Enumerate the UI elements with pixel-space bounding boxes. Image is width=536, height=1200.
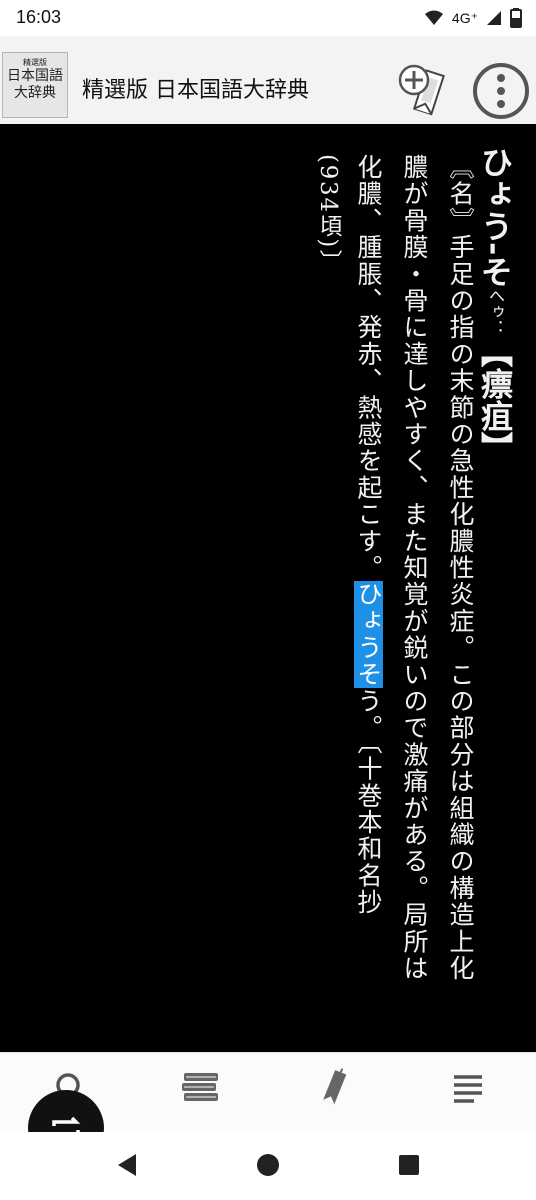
home-icon[interactable] [253, 1150, 283, 1180]
books-icon[interactable] [172, 1067, 228, 1111]
app-logo: 精選版 日本国語 大辞典 [2, 52, 68, 118]
app-bar: 精選版 日本国語 大辞典 精選版 日本国語大辞典 [0, 36, 536, 125]
bookmark-icon[interactable] [306, 1067, 362, 1111]
definition-text-1: 〘名〙手足の指の末節の急性化膿性炎症。この部分は組織の構造上化 [446, 154, 475, 982]
network-type: 4G⁺ [451, 9, 478, 26]
menu-icon[interactable] [440, 1067, 496, 1111]
back-icon[interactable] [112, 1150, 142, 1180]
logo-line-1: 精選版 [23, 58, 47, 67]
entry-text-line-1: 〘名〙手足の指の末節の急性化膿性炎症。この部分は組織の構造上化 [436, 154, 484, 982]
entry-text-line-2: 膿が骨膜・骨に達しやすく、また知覚が鋭いので激痛がある。局所は [390, 154, 438, 982]
status-icons: 4G⁺ [424, 6, 522, 30]
status-time: 16:03 [16, 7, 62, 27]
definition-text-3: 化膿、腫脹、発赤、熱感を起こす。 [354, 154, 383, 582]
definition-text-2: 膿が骨膜・骨に達しやすく、また知覚が鋭いので激痛がある。局所は [400, 154, 429, 982]
definition-text-3b: う。〔十巻本和名抄 [354, 688, 383, 916]
citation-year: (934頃)〕 [315, 154, 341, 274]
logo-line-3: 大辞典 [14, 85, 56, 101]
recents-icon[interactable] [394, 1150, 424, 1180]
system-navigation-bar [0, 1132, 536, 1200]
status-bar: 16:03 4G⁺ [0, 0, 536, 36]
more-vert-icon[interactable] [470, 60, 532, 122]
bookmark-add-icon[interactable] [398, 58, 446, 122]
highlighted-term[interactable]: ひょうそ [354, 581, 383, 689]
wifi-icon [424, 10, 443, 25]
entry-reading: へゥ： [486, 287, 505, 336]
battery-icon [510, 8, 522, 28]
app-title: 精選版 日本国語大辞典 [82, 78, 309, 103]
logo-line-2: 日本国語 [7, 68, 63, 84]
entry-text-line-4: (934頃)〕 [304, 154, 352, 274]
dictionary-entry: ひょう-そへゥ：【瘭疽】 〘名〙手足の指の末節の急性化膿性炎症。この部分は組織の… [0, 124, 536, 1052]
signal-icon [487, 11, 501, 25]
